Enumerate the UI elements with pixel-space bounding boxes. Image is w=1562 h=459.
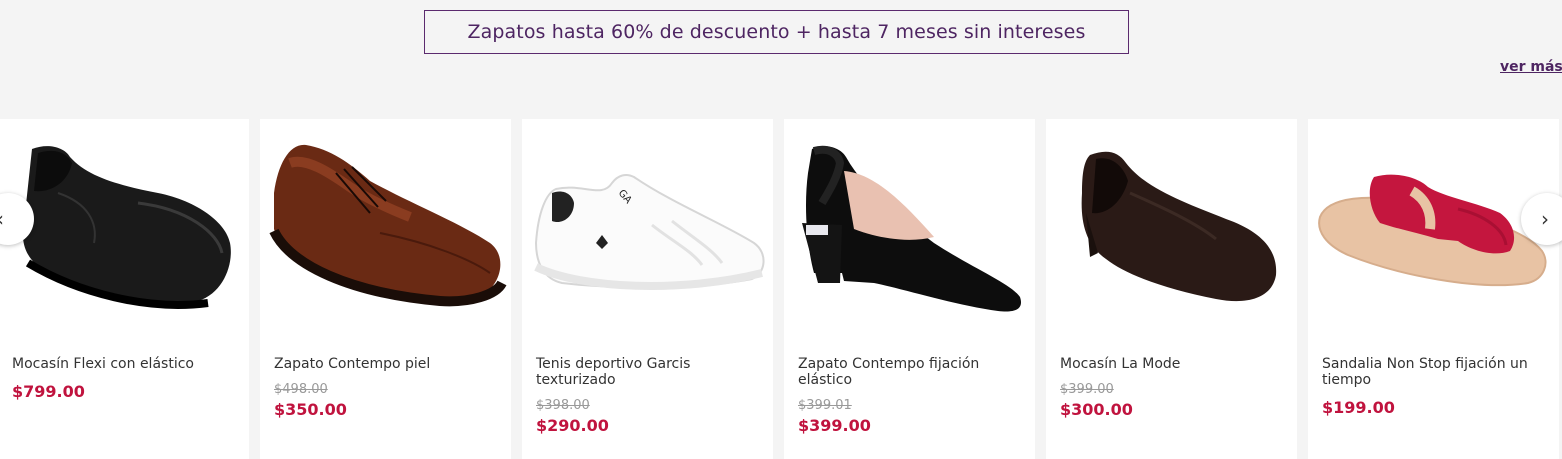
product-image-dark-brown-loafer[interactable] bbox=[1046, 133, 1297, 333]
product-price: $290.00 bbox=[536, 416, 609, 435]
product-name[interactable]: Zapato Contempo fijación elástico bbox=[798, 356, 1024, 388]
product-old-price: $399.00 bbox=[1060, 382, 1114, 397]
product-card[interactable]: Mocasín Flexi con elástico $799.00 bbox=[0, 119, 249, 459]
product-image-white-sneaker[interactable]: GA bbox=[522, 133, 773, 333]
product-name[interactable]: Mocasín Flexi con elástico bbox=[12, 356, 238, 372]
product-card[interactable]: Zapato Contempo fijación elástico $399.0… bbox=[784, 119, 1035, 459]
product-image-black-loafer[interactable] bbox=[0, 133, 249, 333]
product-card[interactable]: GA Tenis deportivo Garcis texturizado $3… bbox=[522, 119, 773, 459]
product-old-price: $498.00 bbox=[274, 382, 328, 397]
product-name[interactable]: Mocasín La Mode bbox=[1060, 356, 1286, 372]
product-card[interactable]: Mocasín La Mode $399.00 $300.00 bbox=[1046, 119, 1297, 459]
product-price: $300.00 bbox=[1060, 400, 1133, 419]
product-name[interactable]: Tenis deportivo Garcis texturizado bbox=[536, 356, 762, 388]
product-name[interactable]: Zapato Contempo piel bbox=[274, 356, 500, 372]
product-price: $399.00 bbox=[798, 416, 871, 435]
product-image-brown-oxford[interactable] bbox=[260, 133, 511, 333]
product-image-red-sandal[interactable] bbox=[1308, 133, 1559, 333]
product-card[interactable]: Sandalia Non Stop fijación un tiempo $19… bbox=[1308, 119, 1559, 459]
product-name[interactable]: Sandalia Non Stop fijación un tiempo bbox=[1322, 356, 1548, 388]
promo-banner-text: Zapatos hasta 60% de descuento + hasta 7… bbox=[467, 21, 1086, 43]
product-price: $350.00 bbox=[274, 400, 347, 419]
chevron-left-icon: ‹ bbox=[0, 207, 4, 231]
product-price: $199.00 bbox=[1322, 398, 1395, 417]
product-image-black-slingback[interactable] bbox=[784, 133, 1035, 333]
chevron-right-icon: › bbox=[1541, 207, 1549, 231]
see-more-link[interactable]: ver más bbox=[1500, 59, 1562, 75]
product-price: $799.00 bbox=[12, 382, 85, 401]
promo-banner[interactable]: Zapatos hasta 60% de descuento + hasta 7… bbox=[424, 10, 1129, 54]
product-old-price: $398.00 bbox=[536, 398, 590, 413]
product-card[interactable]: Zapato Contempo piel $498.00 $350.00 bbox=[260, 119, 511, 459]
product-old-price: $399.01 bbox=[798, 398, 852, 413]
